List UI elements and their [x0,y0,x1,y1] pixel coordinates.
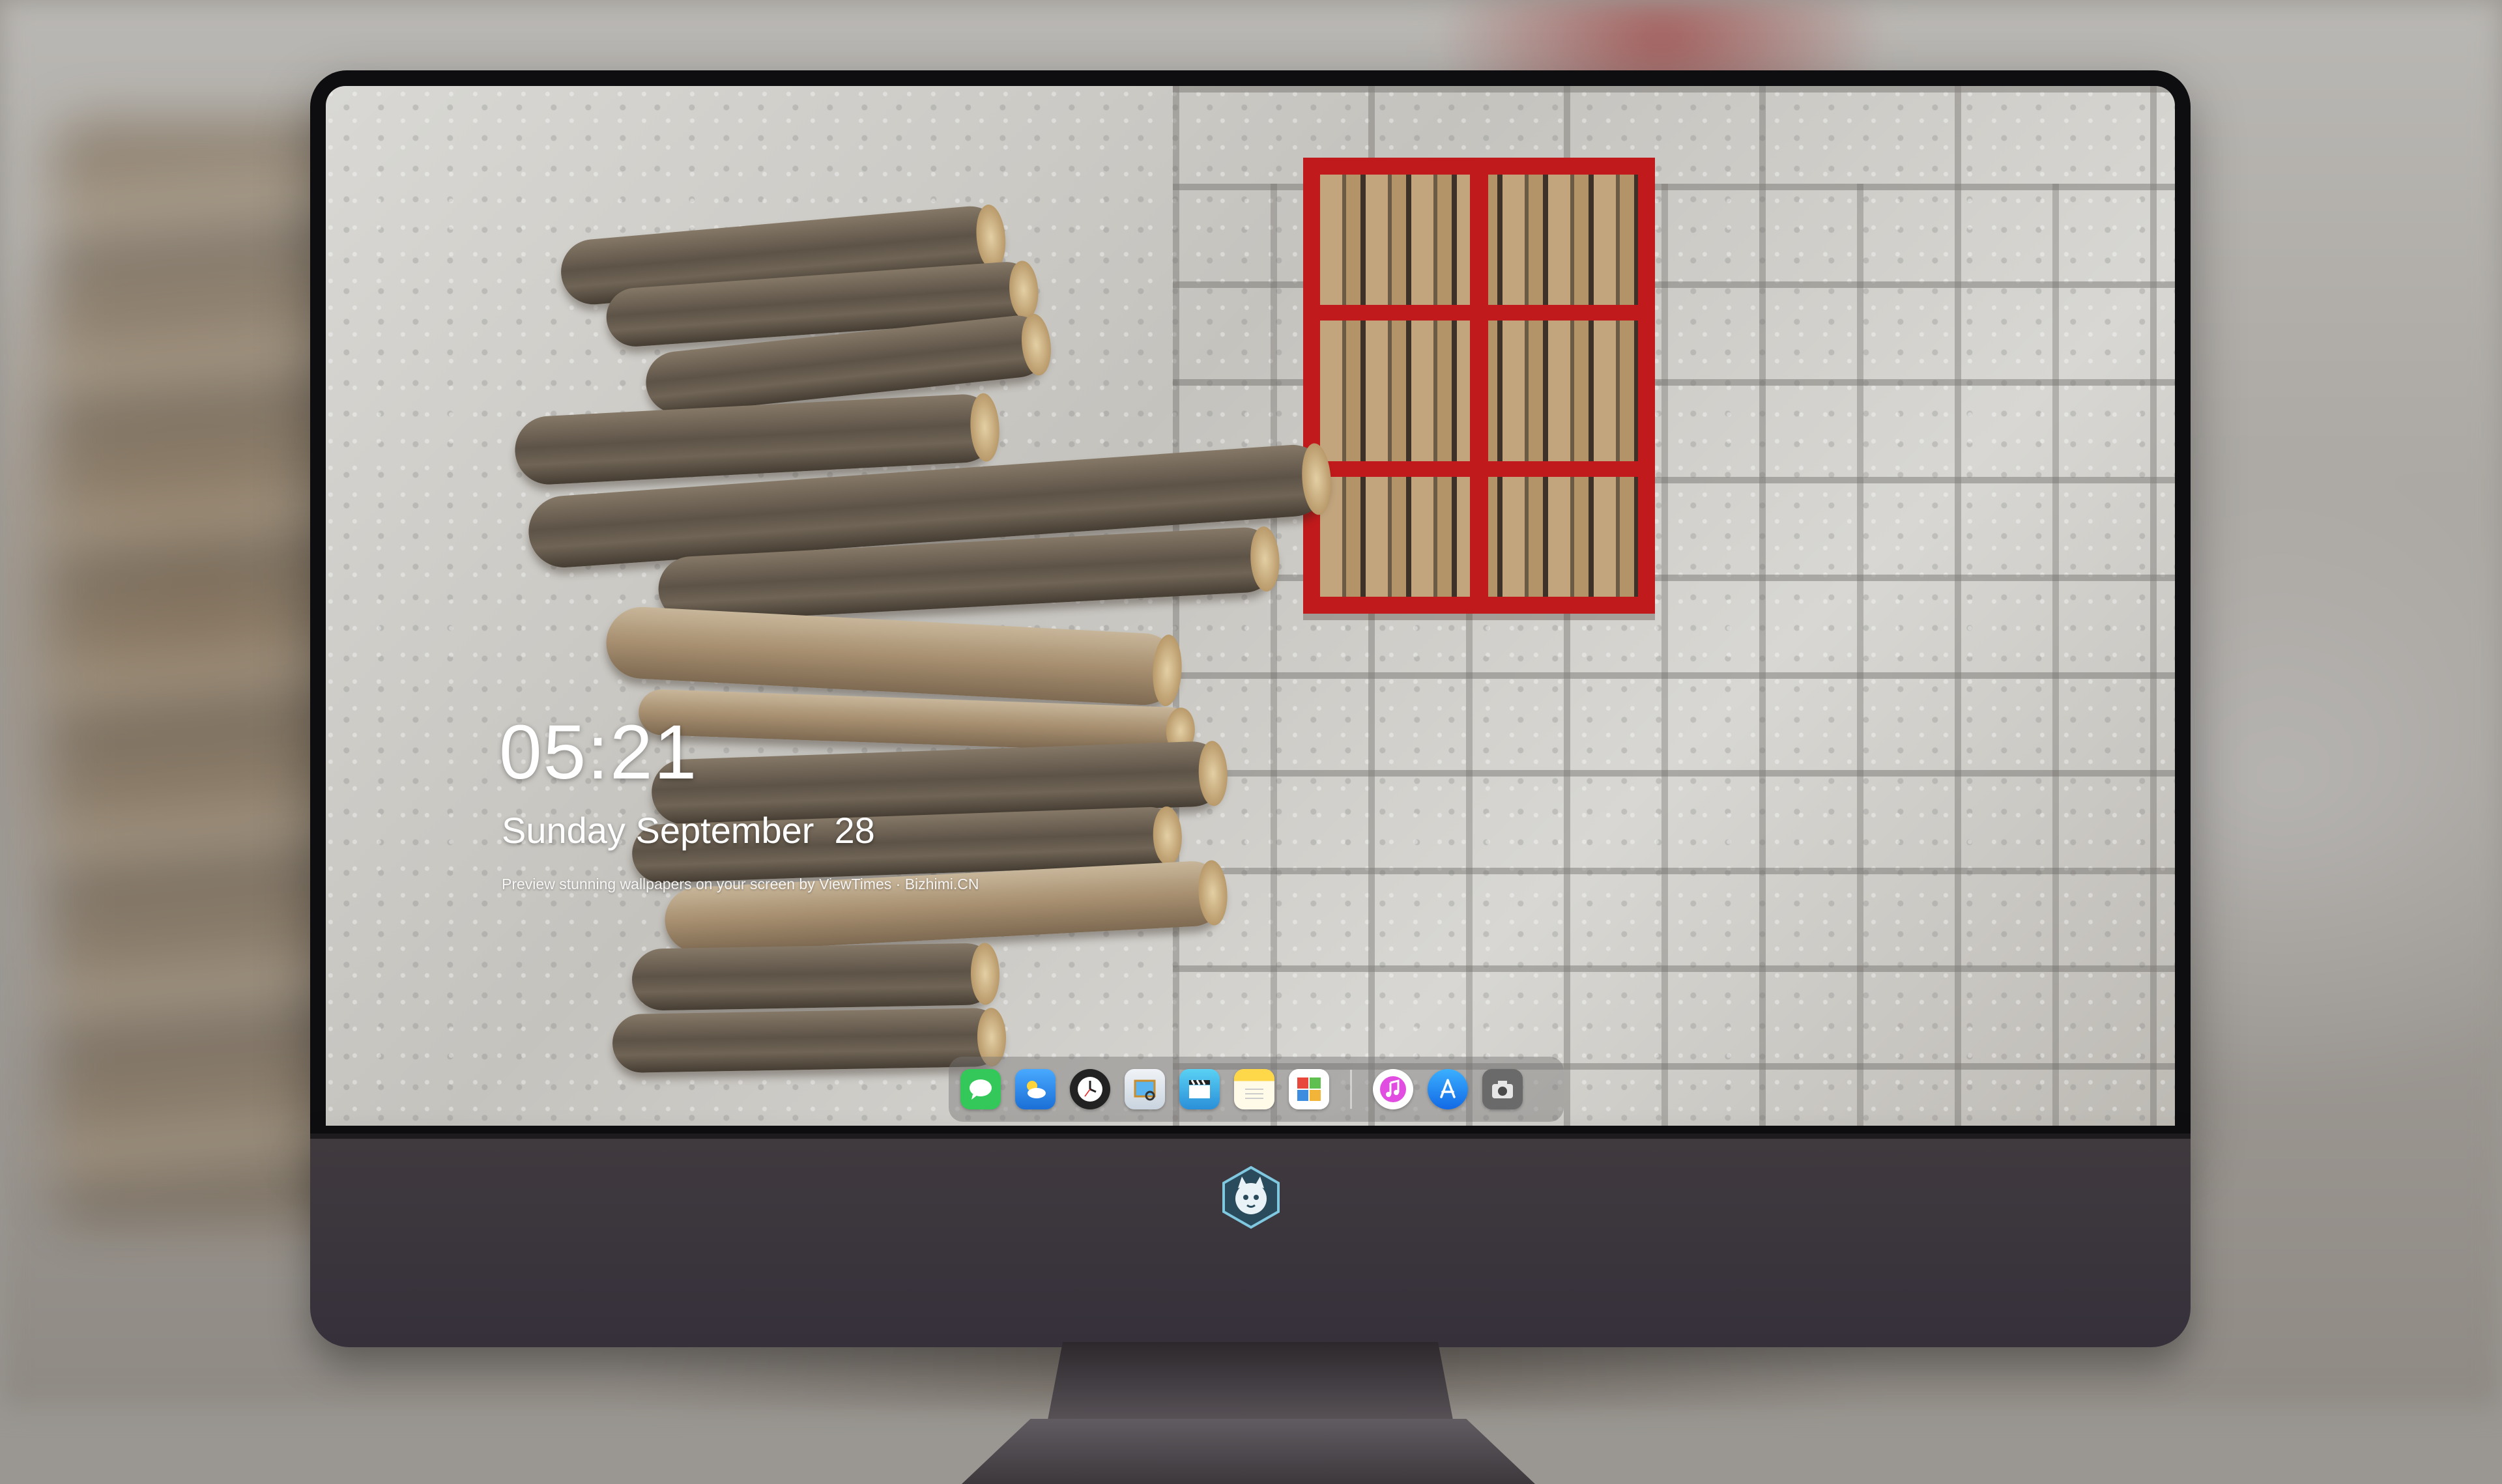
dock-app-notes[interactable] [1234,1069,1274,1109]
preview-icon [1134,1079,1156,1101]
log [631,943,1000,1011]
dock-app-itunes[interactable] [1373,1069,1413,1109]
weather-icon [1027,1081,1046,1098]
dock-app-clips[interactable] [1179,1069,1220,1109]
dock-app-photo-booth[interactable] [1289,1069,1329,1109]
red-window [1303,158,1655,614]
dock [949,1057,1564,1122]
notes-icon [1245,1089,1263,1099]
dock-app-weather[interactable] [1015,1069,1056,1109]
lockscreen-time: 05:21 [499,709,698,795]
dock-app-messages[interactable] [960,1069,1001,1109]
dock-separator [1350,1070,1352,1109]
cat-mascot-logo [1222,1165,1280,1229]
log [612,1007,1007,1074]
camera-icon [1492,1081,1513,1098]
monitor-stand-neck [1046,1342,1454,1427]
wallpaper-credit: Preview stunning wallpapers on your scre… [502,876,979,892]
monitor: 05:21 Sunday September 28 Preview stunni… [310,70,2191,1484]
photo-booth-icon [1297,1077,1321,1101]
screen: 05:21 Sunday September 28 Preview stunni… [326,86,2175,1126]
dock-app-screenshot[interactable] [1482,1069,1523,1109]
dock-app-app-store[interactable] [1428,1069,1468,1109]
monitor-stand-base [962,1419,1535,1484]
lockscreen-date: Sunday September 28 [502,810,875,851]
clips-icon [1189,1079,1210,1098]
music-icon [1380,1076,1406,1102]
app-store-icon [1440,1079,1456,1098]
messages-icon [970,1079,992,1100]
dock-app-clock[interactable] [1070,1069,1110,1109]
clock-icon [1078,1077,1102,1102]
dock-app-preview[interactable] [1125,1069,1165,1109]
